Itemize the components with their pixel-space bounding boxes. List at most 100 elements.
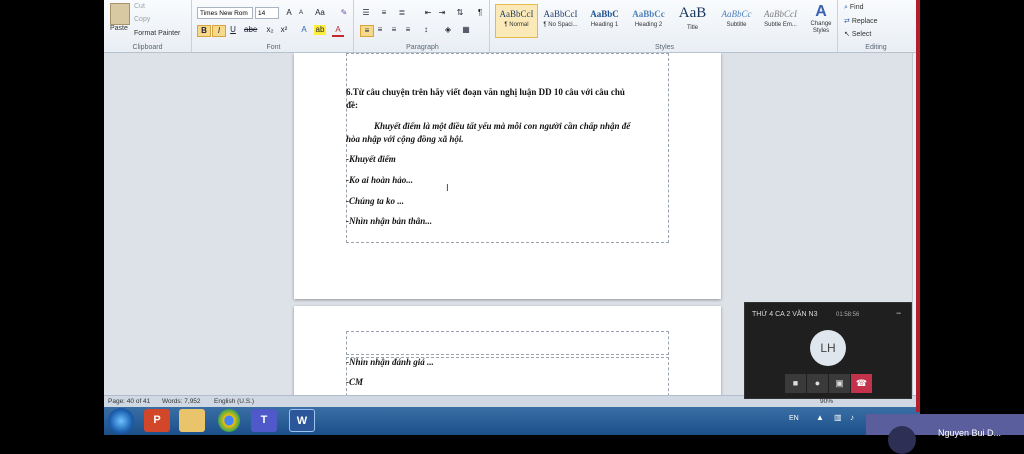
share-screen-icon: ▣ bbox=[835, 378, 844, 388]
change-case-icon[interactable]: Aa bbox=[314, 8, 326, 18]
microphone-icon: ● bbox=[814, 378, 821, 388]
grow-font-icon[interactable]: A bbox=[283, 8, 295, 18]
style-normal[interactable]: AaBbCcI ¶ Normal bbox=[495, 4, 538, 38]
text-cursor-icon: I bbox=[446, 183, 449, 194]
minimize-button[interactable]: − bbox=[896, 308, 901, 318]
text-effects-icon[interactable]: A bbox=[298, 25, 310, 35]
align-left-icon[interactable]: ≡ bbox=[360, 25, 374, 37]
style-sample: AaBbCc bbox=[632, 9, 665, 19]
font-name-select[interactable]: Times New Rom bbox=[197, 7, 253, 19]
call-window[interactable]: THỨ 4 CA 2 VĂN N3 01:58:56 − LH ■ ● ▣ ☎ bbox=[744, 302, 912, 399]
page-count[interactable]: Page: 40 of 41 bbox=[108, 398, 150, 405]
share-screen-button[interactable]: ▣ bbox=[829, 374, 850, 393]
underline-button[interactable]: U bbox=[227, 25, 239, 35]
paste-button[interactable]: Paste bbox=[110, 25, 128, 32]
word-icon[interactable]: W bbox=[289, 409, 315, 432]
italic-button[interactable]: I bbox=[212, 25, 226, 37]
hang-up-button[interactable]: ☎ bbox=[851, 374, 872, 393]
sort-icon[interactable]: ⇅ bbox=[454, 8, 466, 18]
bullet-line: -Nhìn nhận đánh giá ... bbox=[346, 357, 434, 367]
word-count[interactable]: Words: 7,952 bbox=[162, 398, 201, 405]
align-center-icon[interactable]: ≡ bbox=[374, 25, 386, 35]
style-heading-2[interactable]: AaBbCc Heading 2 bbox=[627, 4, 670, 38]
camera-toggle-button[interactable]: ■ bbox=[785, 374, 806, 393]
select-label: Select bbox=[851, 31, 872, 38]
numbering-icon[interactable]: ≡ bbox=[378, 8, 390, 18]
camera-icon: ■ bbox=[792, 378, 799, 388]
text-box[interactable] bbox=[346, 53, 669, 243]
quote-line-2: hòa nhập với cộng đồng xã hội. bbox=[346, 134, 464, 144]
increase-indent-icon[interactable]: ⇥ bbox=[436, 8, 448, 18]
zoom-level[interactable]: 90% bbox=[820, 398, 833, 405]
decrease-indent-icon[interactable]: ⇤ bbox=[422, 8, 434, 18]
style-name: Subtitle bbox=[726, 22, 747, 28]
shading-icon[interactable]: ◈ bbox=[442, 25, 454, 35]
font-size-select[interactable]: 14 bbox=[255, 7, 279, 19]
clipboard-label: Clipboard bbox=[132, 44, 163, 51]
font-color-icon[interactable]: A bbox=[332, 25, 344, 37]
screen-border bbox=[916, 0, 920, 412]
shrink-font-icon[interactable]: A bbox=[295, 8, 307, 18]
style-sample: AaB bbox=[678, 5, 707, 21]
select-button[interactable]: ↖ Select bbox=[844, 30, 871, 38]
network-icon[interactable]: ▥ bbox=[834, 413, 842, 422]
style-title[interactable]: AaB Title bbox=[671, 4, 714, 38]
bullets-icon[interactable]: ☰ bbox=[360, 8, 372, 18]
presenter-avatar bbox=[888, 426, 916, 454]
language-indicator[interactable]: English (U.S.) bbox=[214, 398, 254, 405]
editing-label: Editing bbox=[865, 44, 887, 51]
style-subtle-emphasis[interactable]: AaBbCcI Subtle Em... bbox=[759, 4, 802, 38]
chrome-icon[interactable] bbox=[218, 409, 240, 432]
avatar: LH bbox=[810, 330, 846, 366]
presenter-strip: Nguyen Bui D... bbox=[866, 414, 1024, 454]
superscript-icon[interactable]: x² bbox=[278, 25, 290, 35]
editing-group: ⌕ Find ⇄ Replace ↖ Select Editing bbox=[840, 0, 912, 52]
multilevel-list-icon[interactable]: ≣ bbox=[396, 8, 408, 18]
show-marks-icon[interactable]: ¶ bbox=[474, 8, 486, 18]
replace-button[interactable]: ⇄ Replace bbox=[844, 17, 878, 25]
volume-icon[interactable]: ♪ bbox=[850, 413, 854, 422]
align-right-icon[interactable]: ≡ bbox=[388, 25, 400, 35]
style-sample: AaBbC bbox=[590, 9, 619, 19]
subscript-icon[interactable]: x₂ bbox=[264, 25, 276, 35]
page-40[interactable]: 6.Từ câu chuyện trên hãy viết đoạn văn n… bbox=[294, 53, 721, 299]
teams-icon[interactable]: T bbox=[251, 409, 277, 432]
paragraph-label: Paragraph bbox=[406, 44, 439, 51]
line-spacing-icon[interactable]: ↕ bbox=[420, 25, 432, 35]
find-label: Find bbox=[849, 4, 864, 11]
page-41[interactable]: -Nhìn nhận đánh giá ... -CM bbox=[294, 306, 721, 395]
question-heading-line-1: 6.Từ câu chuyện trên hãy viết đoạn văn n… bbox=[346, 87, 625, 97]
borders-icon[interactable]: ▦ bbox=[460, 25, 472, 35]
question-heading-line-2: đề: bbox=[346, 100, 358, 110]
file-explorer-icon[interactable] bbox=[179, 409, 205, 432]
taskbar: P T W EN ▲ ▥ ♪ bbox=[104, 407, 920, 435]
tray-arrow-icon[interactable]: ▲ bbox=[816, 413, 824, 422]
replace-icon: ⇄ bbox=[844, 18, 850, 25]
header-box[interactable] bbox=[346, 331, 669, 355]
font-label: Font bbox=[266, 44, 281, 51]
clipboard-group: Paste Cut Copy Format Painter Clipboard bbox=[104, 0, 192, 52]
format-painter-button[interactable]: Format Painter bbox=[134, 30, 180, 37]
input-language[interactable]: EN bbox=[789, 415, 799, 422]
style-name: Title bbox=[686, 25, 699, 31]
mic-toggle-button[interactable]: ● bbox=[807, 374, 828, 393]
style-heading-1[interactable]: AaBbC Heading 1 bbox=[583, 4, 626, 38]
cut-button[interactable]: Cut bbox=[134, 3, 145, 10]
styles-group: AaBbCcI ¶ Normal AaBbCcI ¶ No Spaci... AaB… bbox=[492, 0, 838, 52]
strikethrough-icon[interactable]: abe bbox=[244, 25, 257, 35]
justify-icon[interactable]: ≡ bbox=[402, 25, 414, 35]
bullet-line: -CM bbox=[346, 377, 364, 387]
find-button[interactable]: ⌕ Find bbox=[844, 4, 864, 12]
start-button[interactable] bbox=[108, 408, 134, 434]
clear-format-icon[interactable]: ✎ bbox=[338, 8, 350, 18]
style-subtitle[interactable]: AaBbCc Subtitle bbox=[715, 4, 758, 38]
copy-button[interactable]: Copy bbox=[134, 16, 150, 23]
hang-up-icon: ☎ bbox=[855, 378, 868, 388]
style-no-spacing[interactable]: AaBbCcI ¶ No Spaci... bbox=[539, 4, 582, 38]
highlight-icon[interactable]: ab bbox=[314, 25, 326, 35]
style-name: Heading 1 bbox=[590, 22, 619, 28]
powerpoint-icon[interactable]: P bbox=[144, 409, 170, 432]
change-styles-icon: A bbox=[815, 3, 827, 20]
change-styles-button[interactable]: A Change Styles bbox=[806, 3, 836, 35]
bold-button[interactable]: B bbox=[197, 25, 211, 37]
